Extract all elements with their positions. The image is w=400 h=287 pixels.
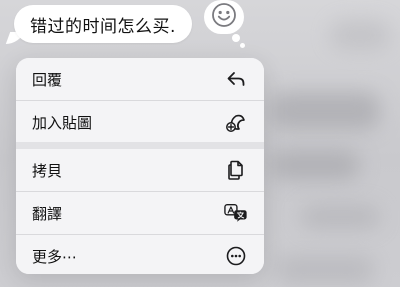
- context-menu: 回覆 加入貼圖 拷貝 翻譯 更多⋯: [16, 58, 264, 274]
- blurred-content: [270, 150, 360, 180]
- add-reaction-button[interactable]: [204, 0, 244, 34]
- blurred-content: [270, 92, 380, 130]
- menu-item-translate[interactable]: 翻譯: [16, 192, 264, 234]
- blurred-content: [330, 20, 390, 50]
- menu-item-copy[interactable]: 拷貝: [16, 149, 264, 191]
- copy-icon: [224, 158, 248, 182]
- reaction-bubble-dot: [240, 43, 245, 48]
- menu-item-reply[interactable]: 回覆: [16, 58, 264, 100]
- reaction-bubble-dot: [232, 34, 240, 42]
- translate-icon: [224, 201, 248, 225]
- smiley-face-icon: [211, 2, 237, 32]
- more-ellipsis-icon: [224, 244, 248, 268]
- menu-item-label: 更多⋯: [32, 247, 78, 266]
- menu-item-more[interactable]: 更多⋯: [16, 235, 264, 274]
- message-bubble: 错过的时间怎么买.: [14, 5, 192, 43]
- blurred-content: [300, 205, 380, 229]
- menu-item-label: 回覆: [32, 70, 63, 89]
- add-sticker-icon: [224, 110, 248, 134]
- menu-item-add-sticker[interactable]: 加入貼圖: [16, 101, 264, 143]
- blurred-content: [275, 255, 375, 285]
- menu-item-label: 拷貝: [32, 161, 63, 180]
- reply-arrow-icon: [224, 67, 248, 91]
- menu-group-separator: [16, 142, 264, 149]
- message-text: 错过的时间怎么买.: [30, 16, 176, 37]
- menu-item-label: 加入貼圖: [32, 113, 93, 132]
- menu-item-label: 翻譯: [32, 204, 63, 223]
